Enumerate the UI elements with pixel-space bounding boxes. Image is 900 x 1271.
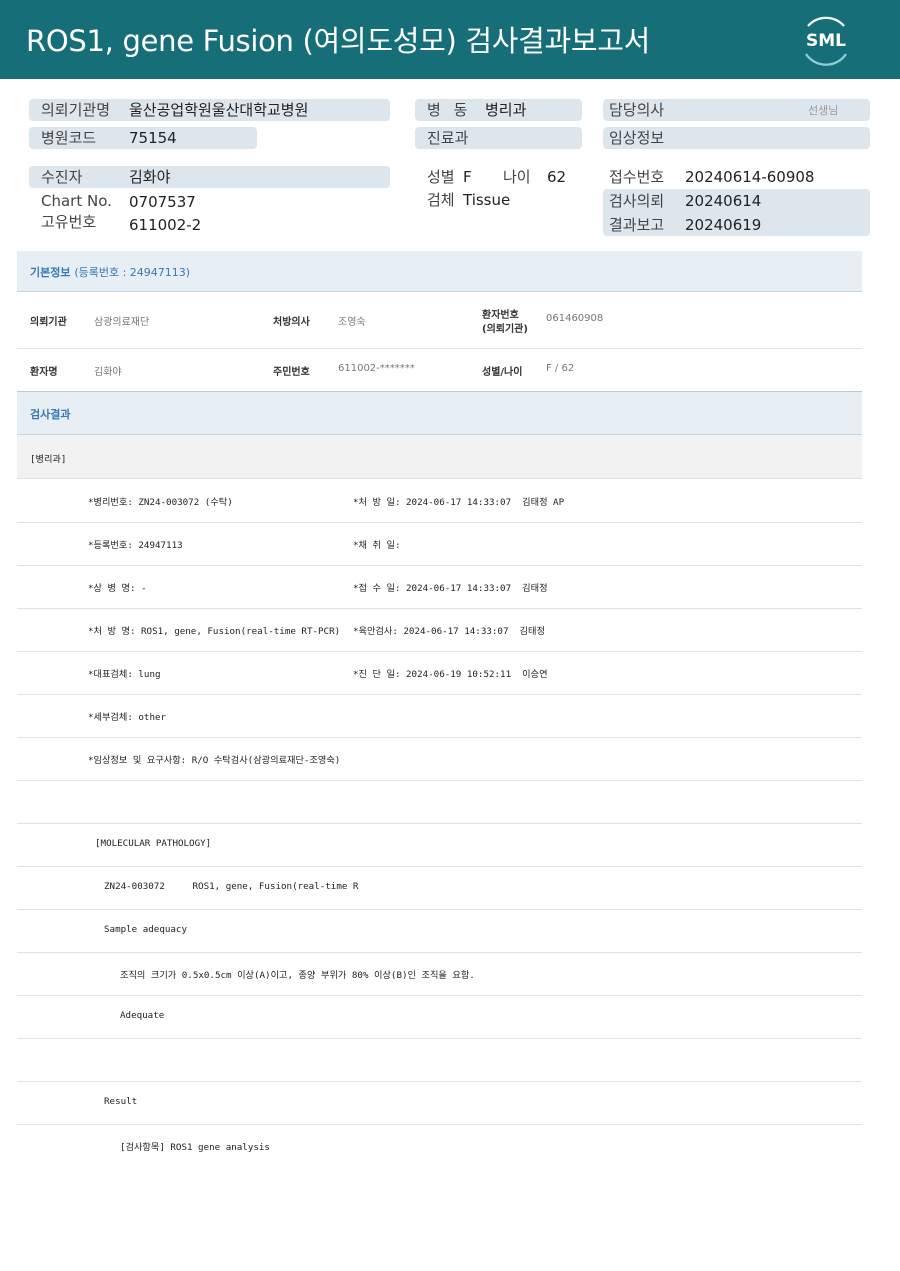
patient-no-sublabel: (의뢰기관)	[482, 324, 528, 335]
result-line-detail: *진 단 일: 2024-06-19 10:52:11 이승연	[353, 669, 548, 680]
ward-label: 병 동	[427, 101, 468, 119]
results-section-label: [병리과]	[30, 454, 67, 465]
result-line-text: Sample adequacy	[104, 924, 187, 935]
result-line-text: *임상정보 및 요구사항: R/O 수탁검사(삼광의료재단-조영숙)	[88, 755, 341, 766]
unique-no-value: 611002-2	[129, 216, 202, 234]
report-header: ROS1, gene Fusion (여의도성모) 검사결과보고서 SML	[0, 0, 900, 79]
result-line-divider	[17, 737, 862, 738]
result-line-divider	[17, 1081, 862, 1082]
sexage-value: F / 62	[546, 363, 575, 374]
results-title: 검사결과	[30, 408, 71, 421]
result-line-divider	[17, 608, 862, 609]
result-line-detail: *처 방 일: 2024-06-17 14:33:07 김태정 AP	[353, 497, 565, 508]
result-line-detail: *육안검사: 2024-06-17 14:33:07 김태정	[353, 626, 545, 637]
registration-number: (등록번호 : 24947113)	[74, 266, 191, 279]
result-line-text: [검사항목] ROS1 gene analysis	[120, 1142, 270, 1153]
result-line-text: *세부검체: other	[88, 712, 167, 723]
result-line-divider	[17, 1038, 862, 1039]
age-value: 62	[547, 168, 567, 186]
test-request-value: 20240614	[685, 192, 762, 210]
result-line-divider	[17, 995, 862, 996]
result-report-value: 20240619	[685, 216, 762, 234]
basic-info-title: 기본정보	[30, 266, 71, 279]
result-line-text: *등록번호: 24947113	[88, 540, 183, 551]
rrn-label: 주민번호	[273, 367, 310, 378]
result-line-text: *병리번호: ZN24-003072 (수탁)	[88, 497, 233, 508]
ward-value: 병리과	[485, 101, 527, 119]
name-value: 김화야	[94, 367, 122, 378]
age-label: 나이	[503, 168, 531, 186]
patient-pill	[29, 166, 390, 188]
sex-value: F	[463, 168, 472, 186]
hospital-code-label: 병원코드	[41, 129, 97, 147]
unique-no-label: 고유번호	[41, 213, 97, 231]
result-line-divider	[17, 866, 862, 867]
basic-info-row-2: 환자명 김화야 주민번호 611002-******* 성별/나이 F / 62	[17, 349, 862, 392]
result-line-text: ZN24-003072 ROS1, gene, Fusion(real-time…	[104, 881, 359, 892]
sex-label: 성별	[427, 168, 455, 186]
department-label: 진료과	[427, 129, 469, 147]
result-line-divider	[17, 823, 862, 824]
patient-no-label: 환자번호	[482, 310, 519, 321]
sml-logo: SML	[805, 16, 847, 66]
basic-info-row-1: 의뢰기관 삼광의료재단 처방의사 조영숙 환자번호 (의뢰기관) 0614609…	[17, 292, 862, 349]
requesting-org-label: 의뢰기관명	[41, 101, 111, 119]
hospital-code-value: 75154	[129, 129, 177, 147]
prescriber-label: 처방의사	[273, 317, 310, 328]
name-label: 환자명	[30, 367, 58, 378]
result-line-divider	[17, 694, 862, 695]
result-line-divider	[17, 522, 862, 523]
result-line-text: Adequate	[120, 1010, 165, 1021]
doctor-label: 담당의사	[609, 101, 665, 119]
result-line-divider	[17, 565, 862, 566]
org-label: 의뢰기관	[30, 317, 67, 328]
patient-value: 김화야	[129, 168, 171, 186]
requesting-org-value: 울산공업학원울산대학교병원	[129, 101, 309, 119]
receipt-no-value: 20240614-60908	[685, 168, 815, 186]
clinical-info-label: 임상정보	[609, 129, 665, 147]
patient-label: 수진자	[41, 168, 83, 186]
basic-info-header: 기본정보 (등록번호 : 24947113)	[17, 251, 862, 292]
chart-no-label: Chart No.	[41, 192, 112, 210]
result-line-divider	[17, 780, 862, 781]
logo-text: SML	[806, 31, 846, 51]
specimen-value: Tissue	[463, 191, 511, 209]
result-line-text: Result	[104, 1096, 138, 1107]
sexage-label: 성별/나이	[482, 367, 523, 378]
report-title: ROS1, gene Fusion (여의도성모) 검사결과보고서	[26, 24, 651, 58]
results-section-bar: [병리과]	[17, 435, 862, 479]
doctor-suffix: 선생님	[808, 104, 839, 117]
result-line-divider	[17, 909, 862, 910]
result-report-label: 결과보고	[609, 216, 665, 234]
results-header: 검사결과	[17, 392, 862, 435]
result-line-text: [MOLECULAR PATHOLOGY]	[95, 838, 212, 849]
result-line-divider	[17, 1124, 862, 1125]
result-line-text: *상 병 명: -	[88, 583, 147, 594]
result-line-divider	[17, 651, 862, 652]
org-value: 삼광의료재단	[94, 317, 150, 328]
result-line-text: 조직의 크기가 0.5x0.5cm 이상(A)이고, 종양 부위가 80% 이상…	[120, 970, 475, 981]
chart-no-value: 0707537	[129, 193, 196, 211]
result-line-detail: *접 수 일: 2024-06-17 14:33:07 김태정	[353, 583, 548, 594]
result-line-text: *처 방 명: ROS1, gene, Fusion(real-time RT-…	[88, 626, 341, 637]
rrn-value: 611002-*******	[338, 363, 415, 374]
result-line-detail: *채 취 일:	[353, 540, 401, 551]
patient-no-value: 061460908	[546, 313, 604, 324]
test-request-label: 검사의뢰	[609, 192, 665, 210]
result-line-divider	[17, 952, 862, 953]
prescriber-value: 조영숙	[338, 317, 366, 328]
specimen-label: 검체	[427, 191, 455, 209]
receipt-no-label: 접수번호	[609, 168, 665, 186]
result-line-text: *대표검체: lung	[88, 669, 161, 680]
